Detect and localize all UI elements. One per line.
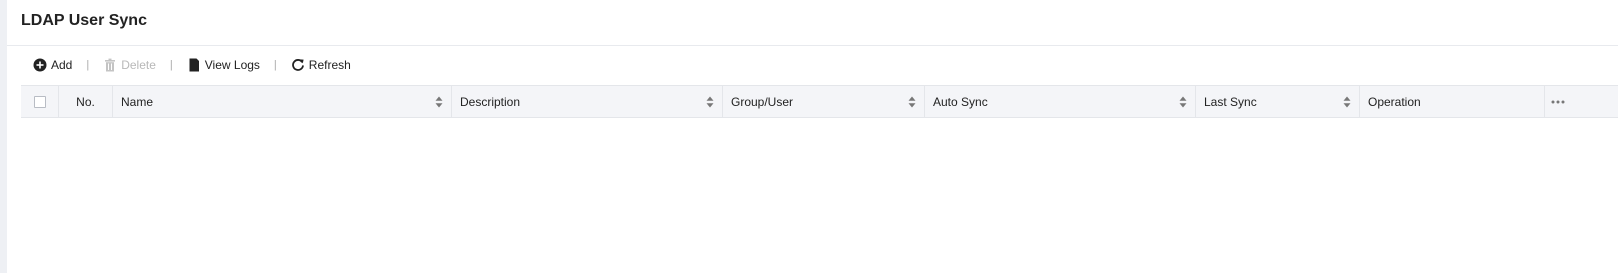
refresh-button[interactable]: Refresh [291,58,351,72]
toolbar: Add | Delete | View Logs | Refresh [33,56,351,74]
view-logs-button-label: View Logs [204,58,260,72]
refresh-button-label: Refresh [308,58,351,72]
plus-circle-icon [33,58,47,72]
data-table: No. Name Description Group/User Auto Syn… [21,85,1618,118]
column-header-group-user[interactable]: Group/User [723,86,925,117]
column-label-description: Description [460,94,521,109]
column-label-operation: Operation [1368,94,1421,109]
table-header: No. Name Description Group/User Auto Syn… [21,85,1618,118]
sort-icon[interactable] [435,96,443,108]
select-all-cell [21,86,59,117]
add-button[interactable]: Add [33,58,72,72]
refresh-icon [291,59,304,71]
page-title: LDAP User Sync [21,12,147,29]
add-button-label: Add [51,58,73,72]
column-label-auto-sync: Auto Sync [933,94,988,109]
column-header-no: No. [59,86,113,117]
column-header-description[interactable]: Description [452,86,723,117]
left-gutter [0,0,7,273]
column-settings-cell [1545,86,1618,117]
sort-icon[interactable] [908,96,916,108]
view-logs-button[interactable]: View Logs [187,58,260,72]
toolbar-separator: | [273,59,277,71]
sort-icon[interactable] [706,96,714,108]
delete-button[interactable]: Delete [103,58,156,72]
sort-icon[interactable] [1179,96,1187,108]
select-all-checkbox[interactable] [33,95,46,108]
title-divider [7,45,1618,46]
toolbar-separator: | [86,59,90,71]
ellipsis-icon[interactable] [1551,100,1565,104]
toolbar-separator: | [169,59,173,71]
column-header-name[interactable]: Name [113,86,452,117]
trash-icon [105,58,116,72]
column-header-last-sync[interactable]: Last Sync [1196,86,1360,117]
column-label-name: Name [121,94,154,109]
column-label-last-sync: Last Sync [1204,94,1257,109]
delete-button-label: Delete [121,58,156,72]
column-label-no: No. [76,94,95,109]
column-header-auto-sync[interactable]: Auto Sync [925,86,1196,117]
document-icon [189,58,199,72]
sort-icon[interactable] [1343,96,1351,108]
column-header-operation: Operation [1360,86,1545,117]
column-label-group-user: Group/User [731,94,794,109]
